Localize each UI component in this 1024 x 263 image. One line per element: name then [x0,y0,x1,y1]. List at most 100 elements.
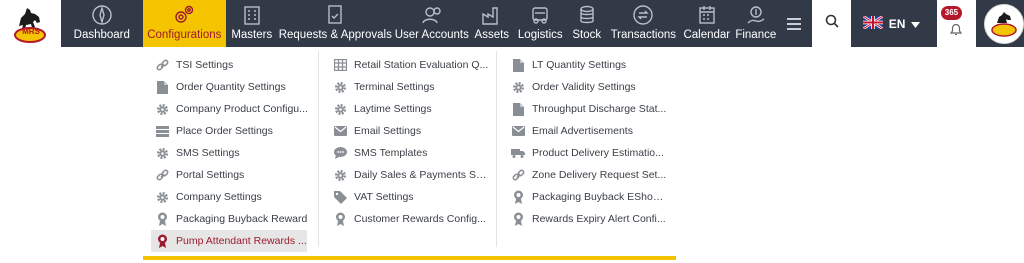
menu-item-label: Zone Delivery Request Set... [532,169,667,181]
menu-item-label: Pump Attendant Rewards ... [176,235,307,247]
menu-item[interactable]: Zone Delivery Request Set... [507,164,667,186]
nav-label: Configurations [147,29,222,41]
menu-item[interactable]: LT Quantity Settings [507,54,667,76]
nav-logistics[interactable]: Logistics [513,0,568,47]
menu-item-label: Packaging Buyback EShop ... [532,191,667,203]
menu-item-label: VAT Settings [354,191,414,203]
menu-item[interactable]: SMS Templates [329,142,489,164]
menu-item[interactable]: Product Delivery Estimatio... [507,142,667,164]
menu-item[interactable]: SMS Settings [151,142,311,164]
gear-icon [332,80,348,94]
menu-item-label: TSI Settings [176,59,234,71]
language-selector[interactable]: EN [851,0,931,47]
nav-assets[interactable]: Assets [471,0,513,47]
nav-finance[interactable]: Finance [733,0,779,47]
search-button[interactable] [812,0,852,47]
menu-item-label: Terminal Settings [354,81,435,93]
configurations-dropdown: TSI Settings Order Quantity Settings Compa… [143,47,676,260]
menu-item[interactable]: Order Validity Settings [507,76,667,98]
uk-flag-icon [862,14,884,32]
menu-item[interactable]: VAT Settings [329,186,489,208]
menu-item[interactable]: Packaging Buyback EShop ... [507,186,667,208]
menu-item[interactable]: Order Quantity Settings [151,76,311,98]
money-hand-icon [745,3,767,27]
menu-item-label: Packaging Buyback Reward [176,213,308,225]
file-icon [510,58,526,72]
menu-item-label: Customer Rewards Config... [354,213,486,225]
database-icon [577,3,597,27]
nav-requests-approvals[interactable]: Requests & Approvals [278,0,393,47]
menu-item-label: Email Advertisements [532,125,633,137]
gears-icon [172,3,196,27]
menu-item[interactable]: Rewards Expiry Alert Confi... [507,208,667,230]
truck-icon [510,146,526,160]
menu-item[interactable]: Customer Rewards Config... [329,208,489,230]
menu-item[interactable]: TSI Settings [151,54,311,76]
building-icon [242,3,262,27]
exchange-icon [632,3,654,27]
nav-calendar[interactable]: Calendar [681,0,733,47]
menu-item[interactable]: Terminal Settings [329,76,489,98]
menu-item[interactable]: Company Product Configu... [151,98,311,120]
menu-item[interactable]: Email Advertisements [507,120,667,142]
hamburger-menu-icon[interactable] [779,0,810,47]
nav-label: Calendar [683,29,731,41]
menu-item[interactable]: Email Settings [329,120,489,142]
menu-item-label: Company Settings [176,191,262,203]
menu-item[interactable]: Packaging Buyback Reward [151,208,311,230]
truck-icon [529,3,551,27]
user-avatar[interactable] [983,0,1024,47]
nav-configurations[interactable]: Configurations [142,0,226,47]
gear-icon [154,102,170,116]
column-divider [318,51,319,247]
menu-item-label: SMS Settings [176,147,240,159]
menu-item-label: SMS Templates [354,147,428,159]
envelope-icon [332,124,348,138]
nav-label: Masters [231,29,273,41]
award-icon [154,234,170,248]
gear-icon [332,102,348,116]
nav-user-accounts[interactable]: User Accounts [393,0,471,47]
menu-column-1: TSI Settings Order Quantity Settings Compa… [151,54,311,252]
link-icon [510,168,526,182]
menu-item[interactable]: Place Order Settings [151,120,311,142]
nav-stock[interactable]: Stock [568,0,606,47]
nav-transactions[interactable]: Transactions [606,0,681,47]
nav-label: Finance [735,29,777,41]
nav-label: Logistics [517,29,563,41]
menu-item[interactable]: Laytime Settings [329,98,489,120]
menu-item-label: Portal Settings [176,169,245,181]
language-label: EN [888,16,906,31]
nav-label: User Accounts [394,29,469,41]
nav-label: Dashboard [73,29,130,41]
search-icon [825,14,839,33]
nav-dashboard[interactable]: Dashboard [61,0,143,47]
menu-column-2: Retail Station Evaluation Q... Terminal S… [329,54,489,230]
logo-text: MRS [22,27,40,36]
top-navbar: MRS Dashboard Configurations Masters Req… [0,0,1024,47]
calendar-icon [697,3,717,27]
nav-masters[interactable]: Masters [226,0,278,47]
users-icon [421,3,443,27]
list-icon [154,124,170,138]
nav-label: Requests & Approvals [278,29,392,41]
award-icon [154,212,170,226]
menu-item-label: LT Quantity Settings [532,59,627,71]
nav-label: Stock [572,29,602,41]
mrs-logo[interactable]: MRS [0,0,61,47]
menu-item[interactable]: Pump Attendant Rewards ... [151,230,307,252]
file-icon [154,80,170,94]
menu-item[interactable]: Company Settings [151,186,311,208]
document-check-icon [325,3,345,27]
menu-item-label: Company Product Configu... [176,103,308,115]
gear-icon [510,80,526,94]
menu-item[interactable]: Portal Settings [151,164,311,186]
link-icon [154,168,170,182]
gear-icon [154,146,170,160]
table-icon [332,58,348,72]
menu-item[interactable]: Daily Sales & Payments Set... [329,164,489,186]
rewards-365-button[interactable]: 365 [936,0,976,47]
tag-icon [332,190,348,204]
menu-item[interactable]: Throughput Discharge Stat... [507,98,667,120]
menu-item[interactable]: Retail Station Evaluation Q... [329,54,489,76]
